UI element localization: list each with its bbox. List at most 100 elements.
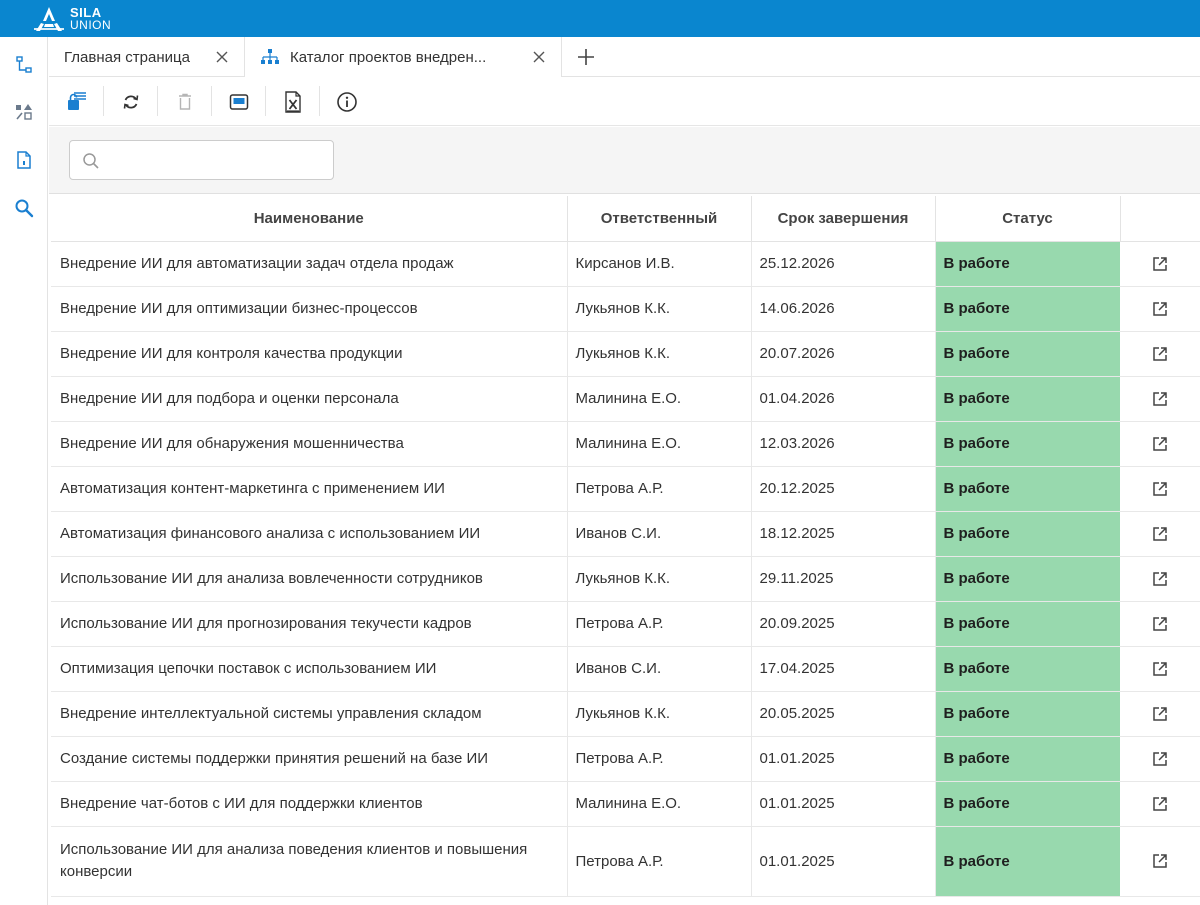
search-input[interactable] (106, 149, 326, 171)
table-row[interactable]: Использование ИИ для прогнозирования тек… (51, 601, 1200, 647)
table-row[interactable]: Создание системы поддержки принятия реше… (51, 736, 1200, 782)
brand-logo[interactable]: SILA UNION (32, 4, 111, 34)
cell-deadline: 25.12.2026 (751, 241, 936, 287)
toolbar-divider (103, 86, 104, 116)
cell-deadline: 17.04.2025 (751, 646, 936, 692)
cell-name: Автоматизация финансового анализа с испо… (51, 511, 568, 557)
open-external-icon[interactable] (1151, 660, 1169, 678)
status-badge: В работе (935, 421, 1121, 467)
toolbar-divider (319, 86, 320, 116)
status-badge: В работе (935, 781, 1121, 827)
brand-logo-icon (34, 7, 64, 31)
status-badge: В работе (935, 826, 1121, 897)
column-header-deadline[interactable]: Срок завершения (751, 196, 936, 242)
add-tab-icon[interactable] (576, 47, 596, 67)
table-row[interactable]: Внедрение ИИ для автоматизации задач отд… (51, 241, 1200, 287)
table-row[interactable]: Автоматизация финансового анализа с испо… (51, 511, 1200, 557)
cell-owner: Иванов С.И. (567, 646, 752, 692)
status-badge: В работе (935, 466, 1121, 512)
close-icon[interactable] (214, 49, 230, 65)
status-badge: В работе (935, 511, 1121, 557)
open-external-icon[interactable] (1151, 570, 1169, 588)
open-external-icon[interactable] (1151, 480, 1169, 498)
cell-action (1120, 781, 1200, 827)
table-row[interactable]: Внедрение ИИ для обнаружения мошенничест… (51, 421, 1200, 467)
table-row[interactable]: Внедрение интеллектуальной системы управ… (51, 691, 1200, 737)
open-external-icon[interactable] (1151, 750, 1169, 768)
search-icon (83, 153, 99, 169)
window-button[interactable] (227, 90, 251, 114)
delete-button[interactable] (173, 90, 197, 114)
open-external-icon[interactable] (1151, 255, 1169, 273)
table-row[interactable]: Внедрение ИИ для контроля качества проду… (51, 331, 1200, 377)
table-row[interactable]: Внедрение чат-ботов с ИИ для поддержки к… (51, 781, 1200, 827)
status-badge: В работе (935, 691, 1121, 737)
table-row[interactable]: Внедрение ИИ для оптимизации бизнес-проц… (51, 286, 1200, 332)
open-external-icon[interactable] (1151, 615, 1169, 633)
open-external-icon[interactable] (1151, 435, 1169, 453)
status-badge: В работе (935, 241, 1121, 287)
export-excel-button[interactable] (281, 90, 305, 114)
cell-owner: Лукьянов К.К. (567, 331, 752, 377)
cell-name: Внедрение ИИ для автоматизации задач отд… (51, 241, 568, 287)
open-external-icon[interactable] (1151, 525, 1169, 543)
toolbar-divider (157, 86, 158, 116)
cell-owner: Малинина Е.О. (567, 421, 752, 467)
cell-name: Внедрение интеллектуальной системы управ… (51, 691, 568, 737)
open-external-icon[interactable] (1151, 852, 1169, 870)
open-external-icon[interactable] (1151, 300, 1169, 318)
open-external-icon[interactable] (1151, 345, 1169, 363)
sidebar-item-documents[interactable] (12, 148, 36, 172)
cell-action (1120, 286, 1200, 332)
column-header-owner[interactable]: Ответственный (567, 196, 752, 242)
open-external-icon[interactable] (1151, 795, 1169, 813)
sidebar-item-hierarchy[interactable] (12, 53, 36, 77)
cell-owner: Петрова А.Р. (567, 466, 752, 512)
table-row[interactable]: Использование ИИ для анализа вовлеченнос… (51, 556, 1200, 602)
table-row[interactable]: Использование ИИ для анализа поведения к… (51, 826, 1200, 897)
window-icon (229, 94, 249, 110)
cell-action (1120, 601, 1200, 647)
cell-deadline: 01.01.2025 (751, 826, 936, 897)
toolbar-divider (265, 86, 266, 116)
cell-name: Внедрение чат-ботов с ИИ для поддержки к… (51, 781, 568, 827)
cell-deadline: 01.01.2025 (751, 781, 936, 827)
status-badge: В работе (935, 646, 1121, 692)
sidebar-item-shapes[interactable] (12, 100, 36, 124)
table-row[interactable]: Внедрение ИИ для подбора и оценки персон… (51, 376, 1200, 422)
sidebar-item-search[interactable] (12, 196, 36, 220)
table-row[interactable]: Оптимизация цепочки поставок с использов… (51, 646, 1200, 692)
cell-owner: Малинина Е.О. (567, 376, 752, 422)
cell-owner: Иванов С.И. (567, 511, 752, 557)
cell-owner: Петрова А.Р. (567, 826, 752, 897)
lock-list-button[interactable] (65, 90, 89, 114)
search-box[interactable] (69, 140, 334, 180)
refresh-button[interactable] (119, 90, 143, 114)
top-bar: SILA UNION (0, 0, 1200, 37)
close-icon[interactable] (531, 49, 547, 65)
cell-action (1120, 511, 1200, 557)
tab-project-catalog[interactable]: Каталог проектов внедрен... (245, 37, 562, 77)
cell-deadline: 20.07.2026 (751, 331, 936, 377)
cell-deadline: 18.12.2025 (751, 511, 936, 557)
cell-action (1120, 691, 1200, 737)
filter-bar (49, 127, 1200, 194)
table-row[interactable]: Автоматизация контент-маркетинга с приме… (51, 466, 1200, 512)
excel-icon (285, 91, 301, 113)
cell-name: Внедрение ИИ для обнаружения мошенничест… (51, 421, 568, 467)
cell-action (1120, 826, 1200, 897)
sidebar (0, 37, 48, 905)
cell-deadline: 01.01.2025 (751, 736, 936, 782)
cell-deadline: 29.11.2025 (751, 556, 936, 602)
status-badge: В работе (935, 556, 1121, 602)
column-header-name[interactable]: Наименование (51, 196, 568, 242)
tab-bar: Главная страница Каталог проектов внедре… (49, 37, 1200, 77)
tab-home[interactable]: Главная страница (49, 37, 245, 77)
info-button[interactable] (335, 90, 359, 114)
status-badge: В работе (935, 286, 1121, 332)
cell-action (1120, 736, 1200, 782)
open-external-icon[interactable] (1151, 705, 1169, 723)
column-header-actions (1120, 196, 1200, 242)
open-external-icon[interactable] (1151, 390, 1169, 408)
column-header-status[interactable]: Статус (935, 196, 1121, 242)
